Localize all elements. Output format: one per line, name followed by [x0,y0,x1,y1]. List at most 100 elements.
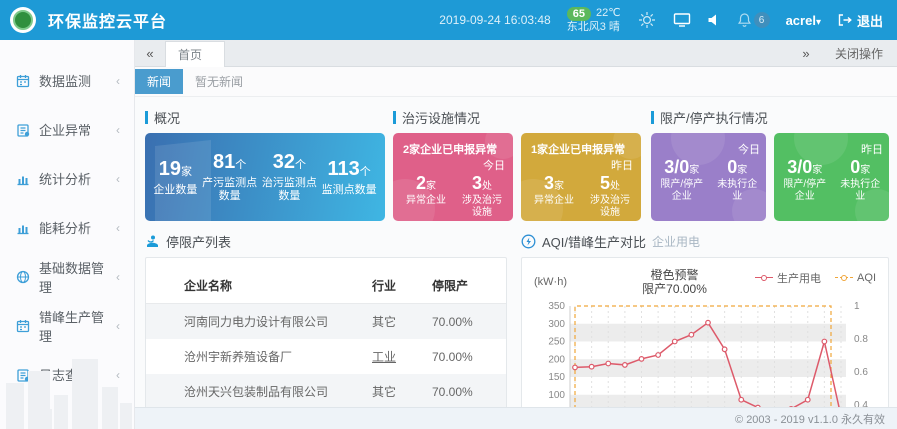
period-label: 昨日 [782,141,883,157]
section-pollution-control: 治污设施情况 2家企业已申报异常 今日 2家 异常企业 [393,107,641,221]
wind-label: 东北风3 [567,21,606,33]
stat-limited-enterprises: 3/0家 限产/停产企业 [782,157,828,203]
svg-text:250: 250 [548,337,565,348]
section-title: 限产/停产执行情况 [660,108,768,127]
tabs-scroll-right-button[interactable]: » [791,46,821,61]
chart-legend: 生产用电 AQI [755,270,876,286]
chevron-left-icon: ‹ [116,74,120,88]
dashboard-content: 概况 19家 企业数量 81个 产污监测点 数量 32个 [135,97,897,407]
close-operations-menu[interactable]: 关闭操作 [821,45,897,62]
sidebar-item-statistics[interactable]: 统计分析 ‹ [0,154,134,203]
period-label: 昨日 [531,157,633,173]
section-title: AQI/错峰生产对比 [542,232,646,251]
pollution-card-today: 2家企业已申报异常 今日 2家 异常企业 3处 涉及治污设施 [393,133,513,221]
clipboard-icon [16,123,30,137]
chevron-left-icon: ‹ [116,172,120,186]
sidebar-item-data-monitor[interactable]: 数据监测 ‹ [0,56,134,105]
chevron-down-icon: ▾ [816,17,821,28]
sidebar-item-label: 基础数据管理 [39,258,116,296]
notification-count-badge[interactable]: 6 [754,12,770,28]
section-marker [393,111,396,124]
column-header: 行业 [366,268,426,304]
sidebar: 数据监测 ‹ 企业异常 ‹ 统计分析 ‹ 能耗分析 ‹ 基础数据管理 ‹ 错峰生… [0,40,135,429]
app-title: 环保监控云平台 [48,8,167,32]
sidebar-item-label: 统计分析 [39,169,91,188]
stat-noncompliant-enterprises: 0家 未执行企业 [838,157,884,203]
sidebar-item-basic-data[interactable]: 基础数据管理 ‹ [0,252,134,301]
stat-pollution-source-points: 81个 产污监测点 数量 [202,151,257,203]
svg-text:0.4: 0.4 [854,400,868,407]
section-title: 停限产列表 [166,232,231,251]
calendar-icon [16,74,30,88]
aqi-badge: 65 [567,7,591,21]
svg-text:0.8: 0.8 [854,334,868,345]
sidebar-item-enterprise-abnormal[interactable]: 企业异常 ‹ [0,105,134,154]
bar-chart-icon [16,172,30,186]
sun-icon [637,10,657,30]
legend-marker [835,274,853,282]
legend-item-aqi[interactable]: AQI [835,270,876,286]
section-title: 概况 [154,108,180,127]
stat-noncompliant-enterprises: 0家 未执行企业 [714,157,760,203]
datetime-display: 2019-09-24 16:03:48 [439,13,550,27]
svg-text:150: 150 [548,372,565,383]
user-menu[interactable]: acrel▾ [786,13,821,28]
monitor-icon[interactable] [673,12,691,28]
limit-card-today: 今日 3/0家 限产/停产企业 0家 未执行企业 [651,133,766,221]
legend-item-power[interactable]: 生产用电 [755,270,821,286]
stat-abnormal-enterprises: 3家 异常企业 [531,173,577,219]
stat-facilities-involved: 3处 涉及治污设施 [459,173,505,219]
condition-label: 晴 [609,21,620,33]
bar-chart-icon [16,221,30,235]
globe-icon [16,270,30,284]
sidebar-item-offpeak-production[interactable]: 错峰生产管理 ‹ [0,301,134,350]
app-header: 环保监控云平台 2019-09-24 16:03:48 65 22℃ 东北风3 … [0,0,897,40]
column-header: 停限产 [426,268,506,304]
footer: © 2003 - 2019 v1.1.0 永久有效 [135,407,897,429]
svg-text:0.6: 0.6 [854,367,868,378]
stat-enterprise-count: 19家 企业数量 [153,158,197,197]
legend-marker [755,274,773,282]
svg-text:1: 1 [854,301,860,312]
sound-icon[interactable] [707,13,721,27]
section-aqi-compare: AQI/错峰生产对比 企业用电 (kW·h) 橙色预警 限产70.00% [521,231,889,407]
stat-monitor-points: 113个 监测点数量 [322,158,377,197]
limit-list-icon [145,234,160,249]
limit-list-panel: 企业名称 行业 停限产 河南同力电力设计有限公司 其它 70.00% [145,257,507,407]
sidebar-item-energy-analysis[interactable]: 能耗分析 ‹ [0,203,134,252]
temperature-label: 22℃ [596,7,621,20]
svg-text:100: 100 [548,390,565,401]
table-row: 沧州天兴包装制品有限公司 其它 70.00% [146,374,506,407]
period-label: 今日 [403,157,505,173]
period-label: 今日 [659,141,760,157]
limit-list-table: 企业名称 行业 停限产 河南同力电力设计有限公司 其它 70.00% [146,268,506,407]
news-badge[interactable]: 新闻 [135,69,183,94]
weather-display: 65 22℃ 东北风3 晴 [567,7,621,34]
svg-text:200: 200 [548,354,565,365]
sidebar-item-label: 企业异常 [39,120,91,139]
aqi-chart-panel: (kW·h) 橙色预警 限产70.00% 生产用电 [521,257,889,407]
tabs-scroll-left-button[interactable]: « [135,46,165,61]
sidebar-item-label: 数据监测 [39,71,91,90]
pollution-card-yesterday: 1家企业已申报异常 昨日 3家 异常企业 5处 涉及治污设施 [521,133,641,221]
calendar-icon [16,319,30,333]
copyright-text: © 2003 - 2019 v1.1.0 永久有效 [735,411,885,427]
limit-card-yesterday: 昨日 3/0家 限产/停产企业 0家 未执行企业 [774,133,889,221]
logout-button[interactable]: 退出 [837,11,883,30]
chevron-left-icon: ‹ [116,123,120,137]
bell-icon[interactable] [737,12,752,28]
chevron-left-icon: ‹ [116,221,120,235]
section-title: 治污设施情况 [402,108,480,127]
column-header: 企业名称 [146,268,366,304]
svg-text:350: 350 [548,301,565,312]
tab-bar: « 首页 » 关闭操作 [135,40,897,67]
section-marker [651,111,654,124]
section-limit-list: 停限产列表 企业名称 行业 停限产 [145,231,507,407]
overview-card: 19家 企业数量 81个 产污监测点 数量 32个 治污监测点 数量 113 [145,133,385,221]
news-text: 暂无新闻 [195,73,243,90]
sidebar-item-label: 能耗分析 [39,218,91,237]
aqi-line-chart: 35030025020015010010.80.60.40.2 [534,298,880,407]
section-subtitle: 企业用电 [652,233,700,250]
tab-home[interactable]: 首页 [165,41,225,67]
section-marker [145,111,148,124]
